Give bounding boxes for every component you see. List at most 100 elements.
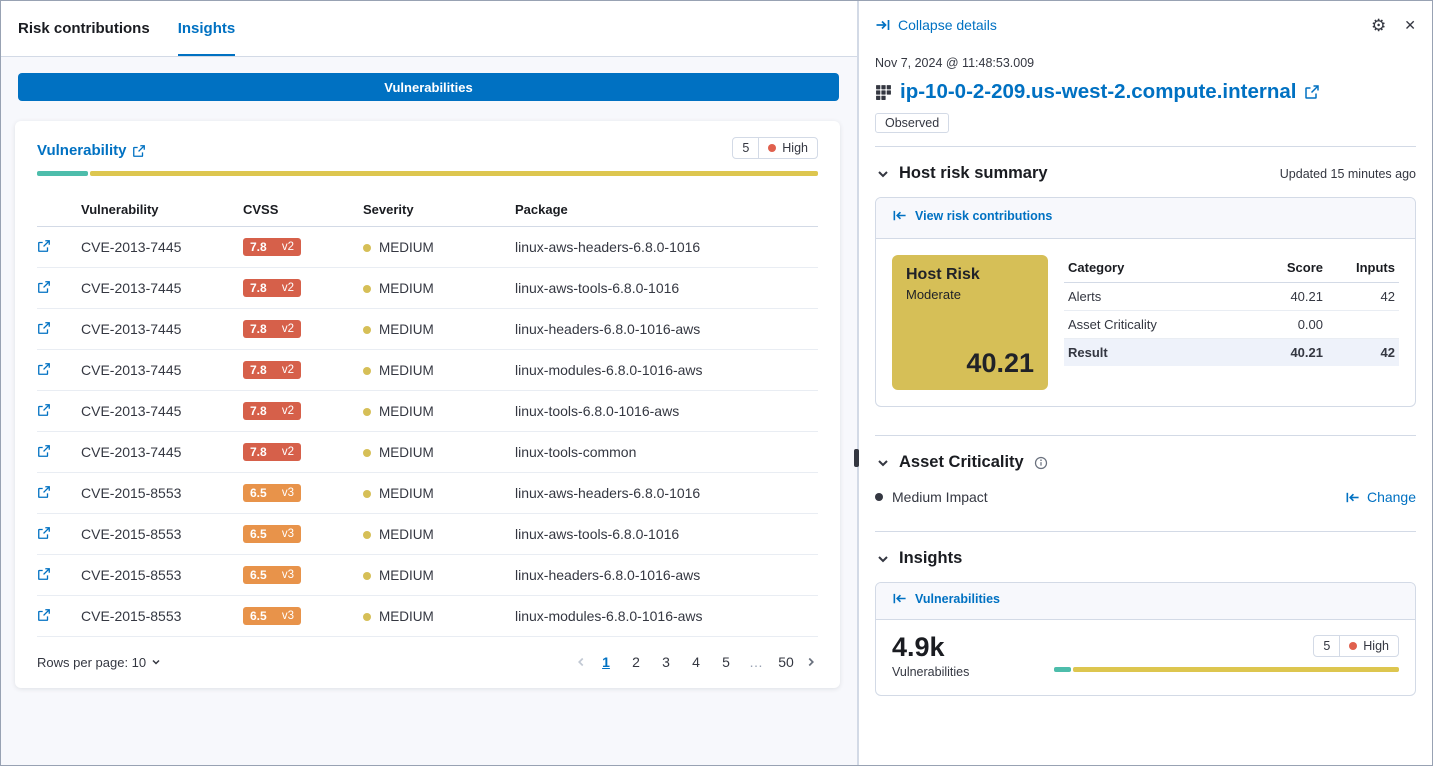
host-risk-level: Moderate [906, 287, 1034, 302]
table-row: CVE-2015-85536.5v3MEDIUMlinux-modules-6.… [37, 596, 818, 637]
close-icon[interactable]: ✕ [1404, 18, 1416, 32]
host-title-row: ip-10-0-2-209.us-west-2.compute.internal [875, 80, 1416, 104]
table-row: CVE-2013-74457.8v2MEDIUMlinux-tools-comm… [37, 432, 818, 473]
change-criticality-button[interactable]: Change [1345, 489, 1416, 505]
severity-distribution-bar [37, 171, 818, 176]
page-button-2[interactable]: 2 [624, 650, 648, 674]
table-row: CVE-2015-85536.5v3MEDIUMlinux-aws-header… [37, 473, 818, 514]
page-button-5[interactable]: 5 [714, 650, 738, 674]
page-button-50[interactable]: 50 [774, 650, 798, 674]
view-risk-contributions-link[interactable]: View risk contributions [892, 208, 1052, 223]
popout-icon [132, 144, 146, 158]
view-risk-contributions-label: View risk contributions [915, 209, 1052, 223]
risk-cell-score: 0.00 [1235, 311, 1327, 339]
tabs-bar: Risk contributions Insights [1, 1, 857, 57]
open-vulnerability-icon[interactable] [37, 444, 51, 458]
cve-id: CVE-2013-7445 [81, 432, 243, 473]
cvss-badge: 7.8v2 [243, 320, 301, 338]
table-row: CVE-2013-74457.8v2MEDIUMlinux-tools-6.8.… [37, 391, 818, 432]
package-name: linux-headers-6.8.0-1016-aws [515, 555, 818, 596]
next-page-icon[interactable] [804, 655, 818, 669]
insights-panel-body: 4.9k Vulnerabilities 5 High [876, 620, 1415, 695]
package-name: linux-modules-6.8.0-1016-aws [515, 596, 818, 637]
risk-row-asset-criticality: Asset Criticality 0.00 [1064, 311, 1399, 339]
severity-value: MEDIUM [363, 527, 434, 542]
gear-icon[interactable]: ⚙ [1371, 17, 1386, 34]
column-header-cvss: CVSS [243, 194, 363, 227]
badge-count: 5 [1314, 636, 1339, 656]
open-vulnerability-icon[interactable] [37, 485, 51, 499]
arrow-end-icon [875, 17, 891, 33]
open-vulnerability-icon[interactable] [37, 567, 51, 581]
asset-criticality-value: Medium Impact [875, 489, 988, 505]
open-vulnerability-icon[interactable] [37, 608, 51, 622]
risk-col-inputs: Inputs [1327, 255, 1399, 283]
divider [875, 531, 1416, 532]
distribution-segment [1054, 667, 1071, 672]
vulnerabilities-banner-button[interactable]: Vulnerabilities [18, 73, 839, 101]
panel-divider [857, 1, 859, 765]
open-vulnerability-icon[interactable] [37, 280, 51, 294]
left-panel: Risk contributions Insights Vulnerabilit… [1, 1, 857, 765]
open-vulnerability-icon[interactable] [37, 321, 51, 335]
risk-cell-inputs: 42 [1327, 283, 1399, 311]
column-header-package: Package [515, 194, 818, 227]
cve-id: CVE-2013-7445 [81, 227, 243, 268]
cve-id: CVE-2015-8553 [81, 555, 243, 596]
host-risk-score: 40.21 [966, 348, 1034, 379]
updated-timestamp: Updated 15 minutes ago [1280, 167, 1416, 181]
risk-cell-inputs [1327, 311, 1399, 339]
flyout-header: Collapse details ⚙ ✕ [875, 11, 1416, 39]
vulnerabilities-count: 4.9k [892, 633, 969, 663]
severity-dot [363, 367, 371, 375]
host-popout-icon[interactable] [1304, 84, 1320, 100]
cve-id: CVE-2013-7445 [81, 309, 243, 350]
page-button-4[interactable]: 4 [684, 650, 708, 674]
vulnerability-card-header: Vulnerability 5 High [37, 137, 818, 159]
rows-per-page-selector[interactable]: Rows per page: 10 [37, 655, 162, 670]
cvss-badge: 7.8v2 [243, 402, 301, 420]
event-timestamp: Nov 7, 2024 @ 11:48:53.009 [875, 56, 1416, 70]
cvss-badge: 7.8v2 [243, 238, 301, 256]
open-vulnerability-icon[interactable] [37, 526, 51, 540]
resize-handle[interactable] [854, 449, 859, 467]
cvss-badge: 6.5v3 [243, 566, 301, 584]
table-footer: Rows per page: 10 12345…50 [37, 650, 818, 674]
table-row: CVE-2015-85536.5v3MEDIUMlinux-headers-6.… [37, 555, 818, 596]
vulnerability-title-link[interactable]: Vulnerability [37, 142, 146, 159]
cve-id: CVE-2015-8553 [81, 514, 243, 555]
vulnerabilities-link[interactable]: Vulnerabilities [892, 591, 1000, 606]
page-button-1[interactable]: 1 [594, 650, 618, 674]
tab-insights[interactable]: Insights [178, 1, 236, 56]
severity-value: MEDIUM [363, 609, 434, 624]
chevron-down-icon[interactable] [875, 166, 891, 182]
previous-page-icon[interactable] [574, 655, 588, 669]
vulnerabilities-count-label: Vulnerabilities [892, 665, 969, 679]
change-label: Change [1367, 489, 1416, 505]
pagination-ellipsis: … [744, 650, 768, 674]
divider [875, 146, 1416, 147]
table-row: CVE-2013-74457.8v2MEDIUMlinux-aws-header… [37, 227, 818, 268]
chevron-down-icon[interactable] [875, 455, 891, 471]
host-name-link[interactable]: ip-10-0-2-209.us-west-2.compute.internal [900, 80, 1296, 104]
pagination: 12345…50 [574, 650, 818, 674]
risk-panel-body: Host Risk Moderate 40.21 Category Score … [876, 239, 1415, 406]
host-risk-card-title: Host Risk [906, 266, 1034, 284]
risk-col-score: Score [1235, 255, 1327, 283]
severity-value: MEDIUM [363, 404, 434, 419]
info-icon[interactable] [1034, 456, 1048, 470]
open-vulnerability-icon[interactable] [37, 362, 51, 376]
package-name: linux-modules-6.8.0-1016-aws [515, 350, 818, 391]
chevron-down-icon[interactable] [875, 551, 891, 567]
risk-cell-inputs: 42 [1327, 339, 1399, 367]
table-row: CVE-2015-85536.5v3MEDIUMlinux-aws-tools-… [37, 514, 818, 555]
cve-id: CVE-2015-8553 [81, 596, 243, 637]
high-count-badge: 5 High [1313, 635, 1399, 657]
risk-col-category: Category [1064, 255, 1235, 283]
collapse-details-button[interactable]: Collapse details [875, 17, 997, 33]
open-vulnerability-icon[interactable] [37, 239, 51, 253]
open-vulnerability-icon[interactable] [37, 403, 51, 417]
column-header-severity: Severity [363, 194, 515, 227]
tab-risk-contributions[interactable]: Risk contributions [18, 1, 150, 56]
page-button-3[interactable]: 3 [654, 650, 678, 674]
